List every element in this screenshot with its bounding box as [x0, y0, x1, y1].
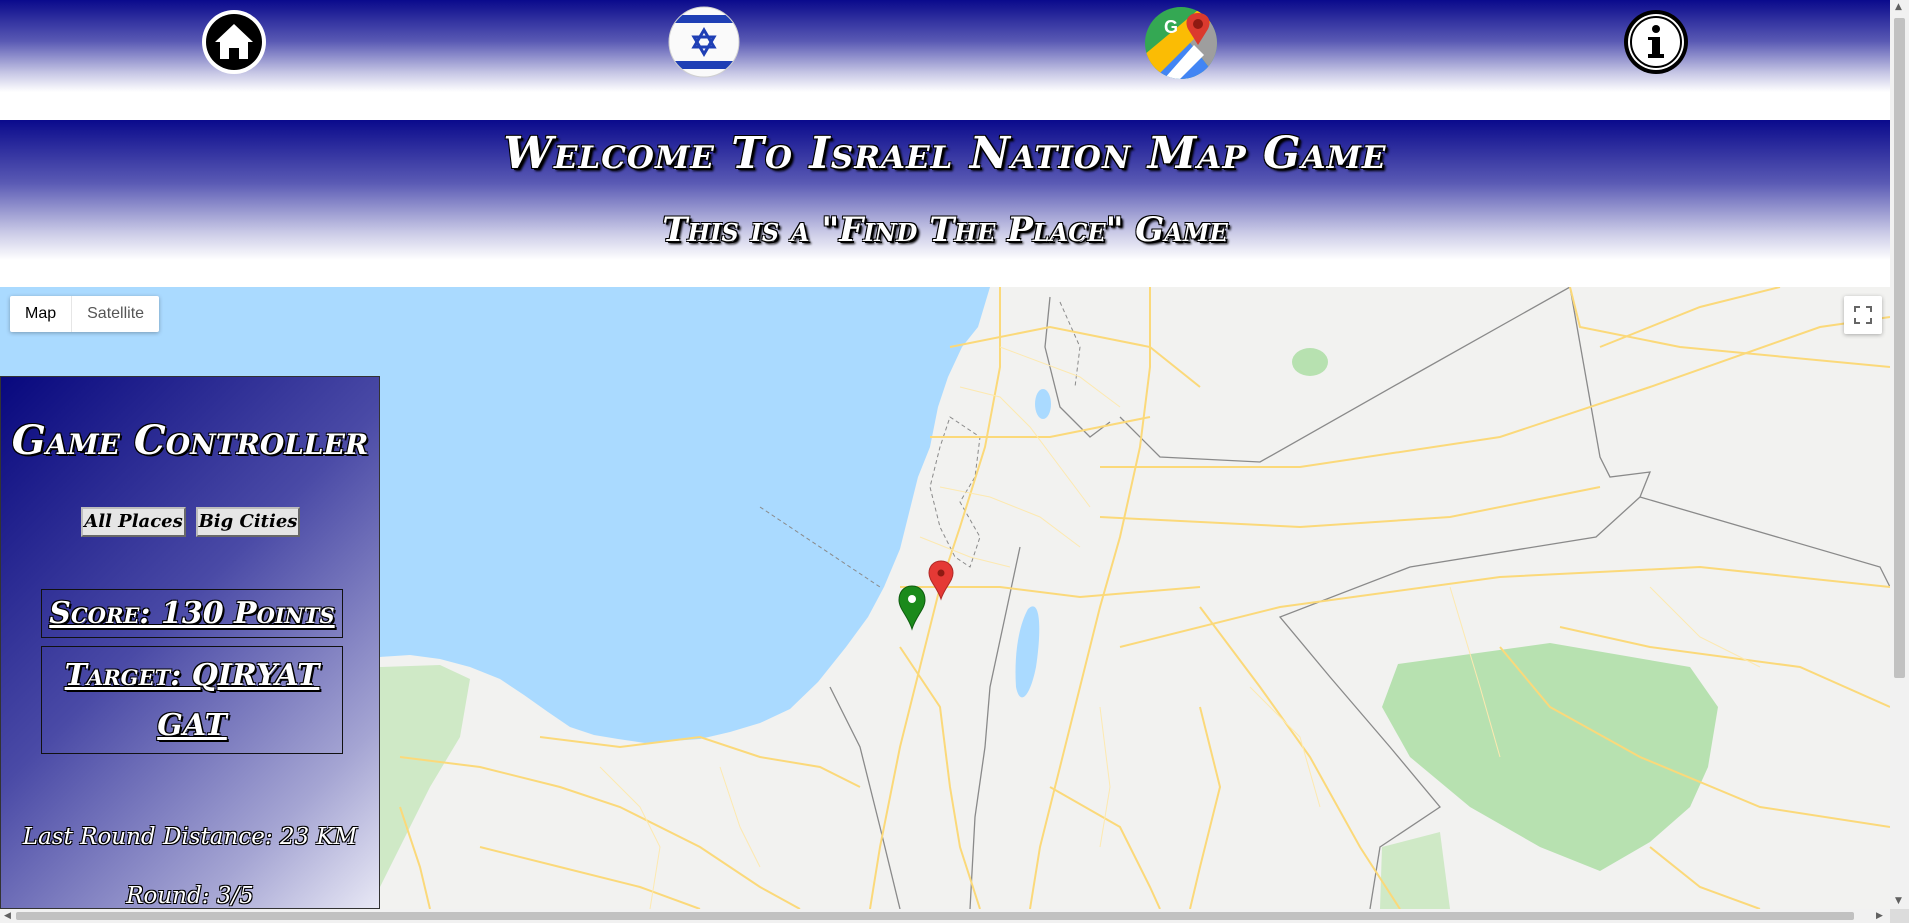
scroll-right-icon[interactable]: ▶	[1876, 911, 1883, 921]
vertical-scroll-thumb[interactable]	[1894, 18, 1905, 678]
welcome-header: Welcome To Israel Nation Map Game This i…	[0, 120, 1890, 260]
last-round-distance: Last Round Distance: 23 KM	[22, 824, 358, 850]
target-display: Target: QIRYAT GAT	[41, 646, 343, 754]
horizontal-scrollbar[interactable]: ◀ ▶	[0, 909, 1890, 923]
all-places-button[interactable]: All Places	[81, 507, 186, 537]
scroll-left-icon[interactable]: ◀	[4, 911, 11, 921]
svg-text:G: G	[1164, 17, 1178, 37]
map-type-satellite-button[interactable]: Satellite	[72, 296, 159, 332]
map-park	[1292, 348, 1328, 376]
score-display: Score: 130 Points	[41, 589, 343, 638]
map-type-map-button[interactable]: Map	[10, 296, 73, 332]
page-title: Welcome To Israel Nation Map Game	[503, 128, 1387, 179]
page-subtitle: This is a "Find The Place" Game	[662, 210, 1228, 250]
big-cities-button[interactable]: Big Cities	[196, 507, 300, 537]
scroll-down-icon[interactable]: ▼	[1895, 896, 1902, 906]
google-maps-icon[interactable]: G	[1145, 7, 1217, 79]
scroll-up-icon[interactable]: ▲	[1895, 2, 1902, 12]
vertical-scrollbar[interactable]: ▲ ▼	[1890, 0, 1909, 909]
round-counter: Round: 3/5	[126, 883, 254, 909]
fullscreen-icon[interactable]	[1844, 296, 1882, 334]
home-icon[interactable]	[201, 9, 267, 75]
israel-flag-icon[interactable]	[668, 6, 740, 78]
horizontal-scroll-thumb[interactable]	[16, 912, 1854, 920]
info-icon[interactable]	[1623, 9, 1689, 75]
scrollbar-corner	[1890, 909, 1909, 923]
game-controller-title: Game Controller	[11, 417, 369, 464]
map-lake	[1035, 389, 1051, 419]
map-type-toggle: Map Satellite	[10, 296, 160, 332]
game-controller-panel: Game Controller All Places Big Cities Sc…	[0, 376, 380, 909]
top-nav-bar: G	[0, 0, 1890, 92]
